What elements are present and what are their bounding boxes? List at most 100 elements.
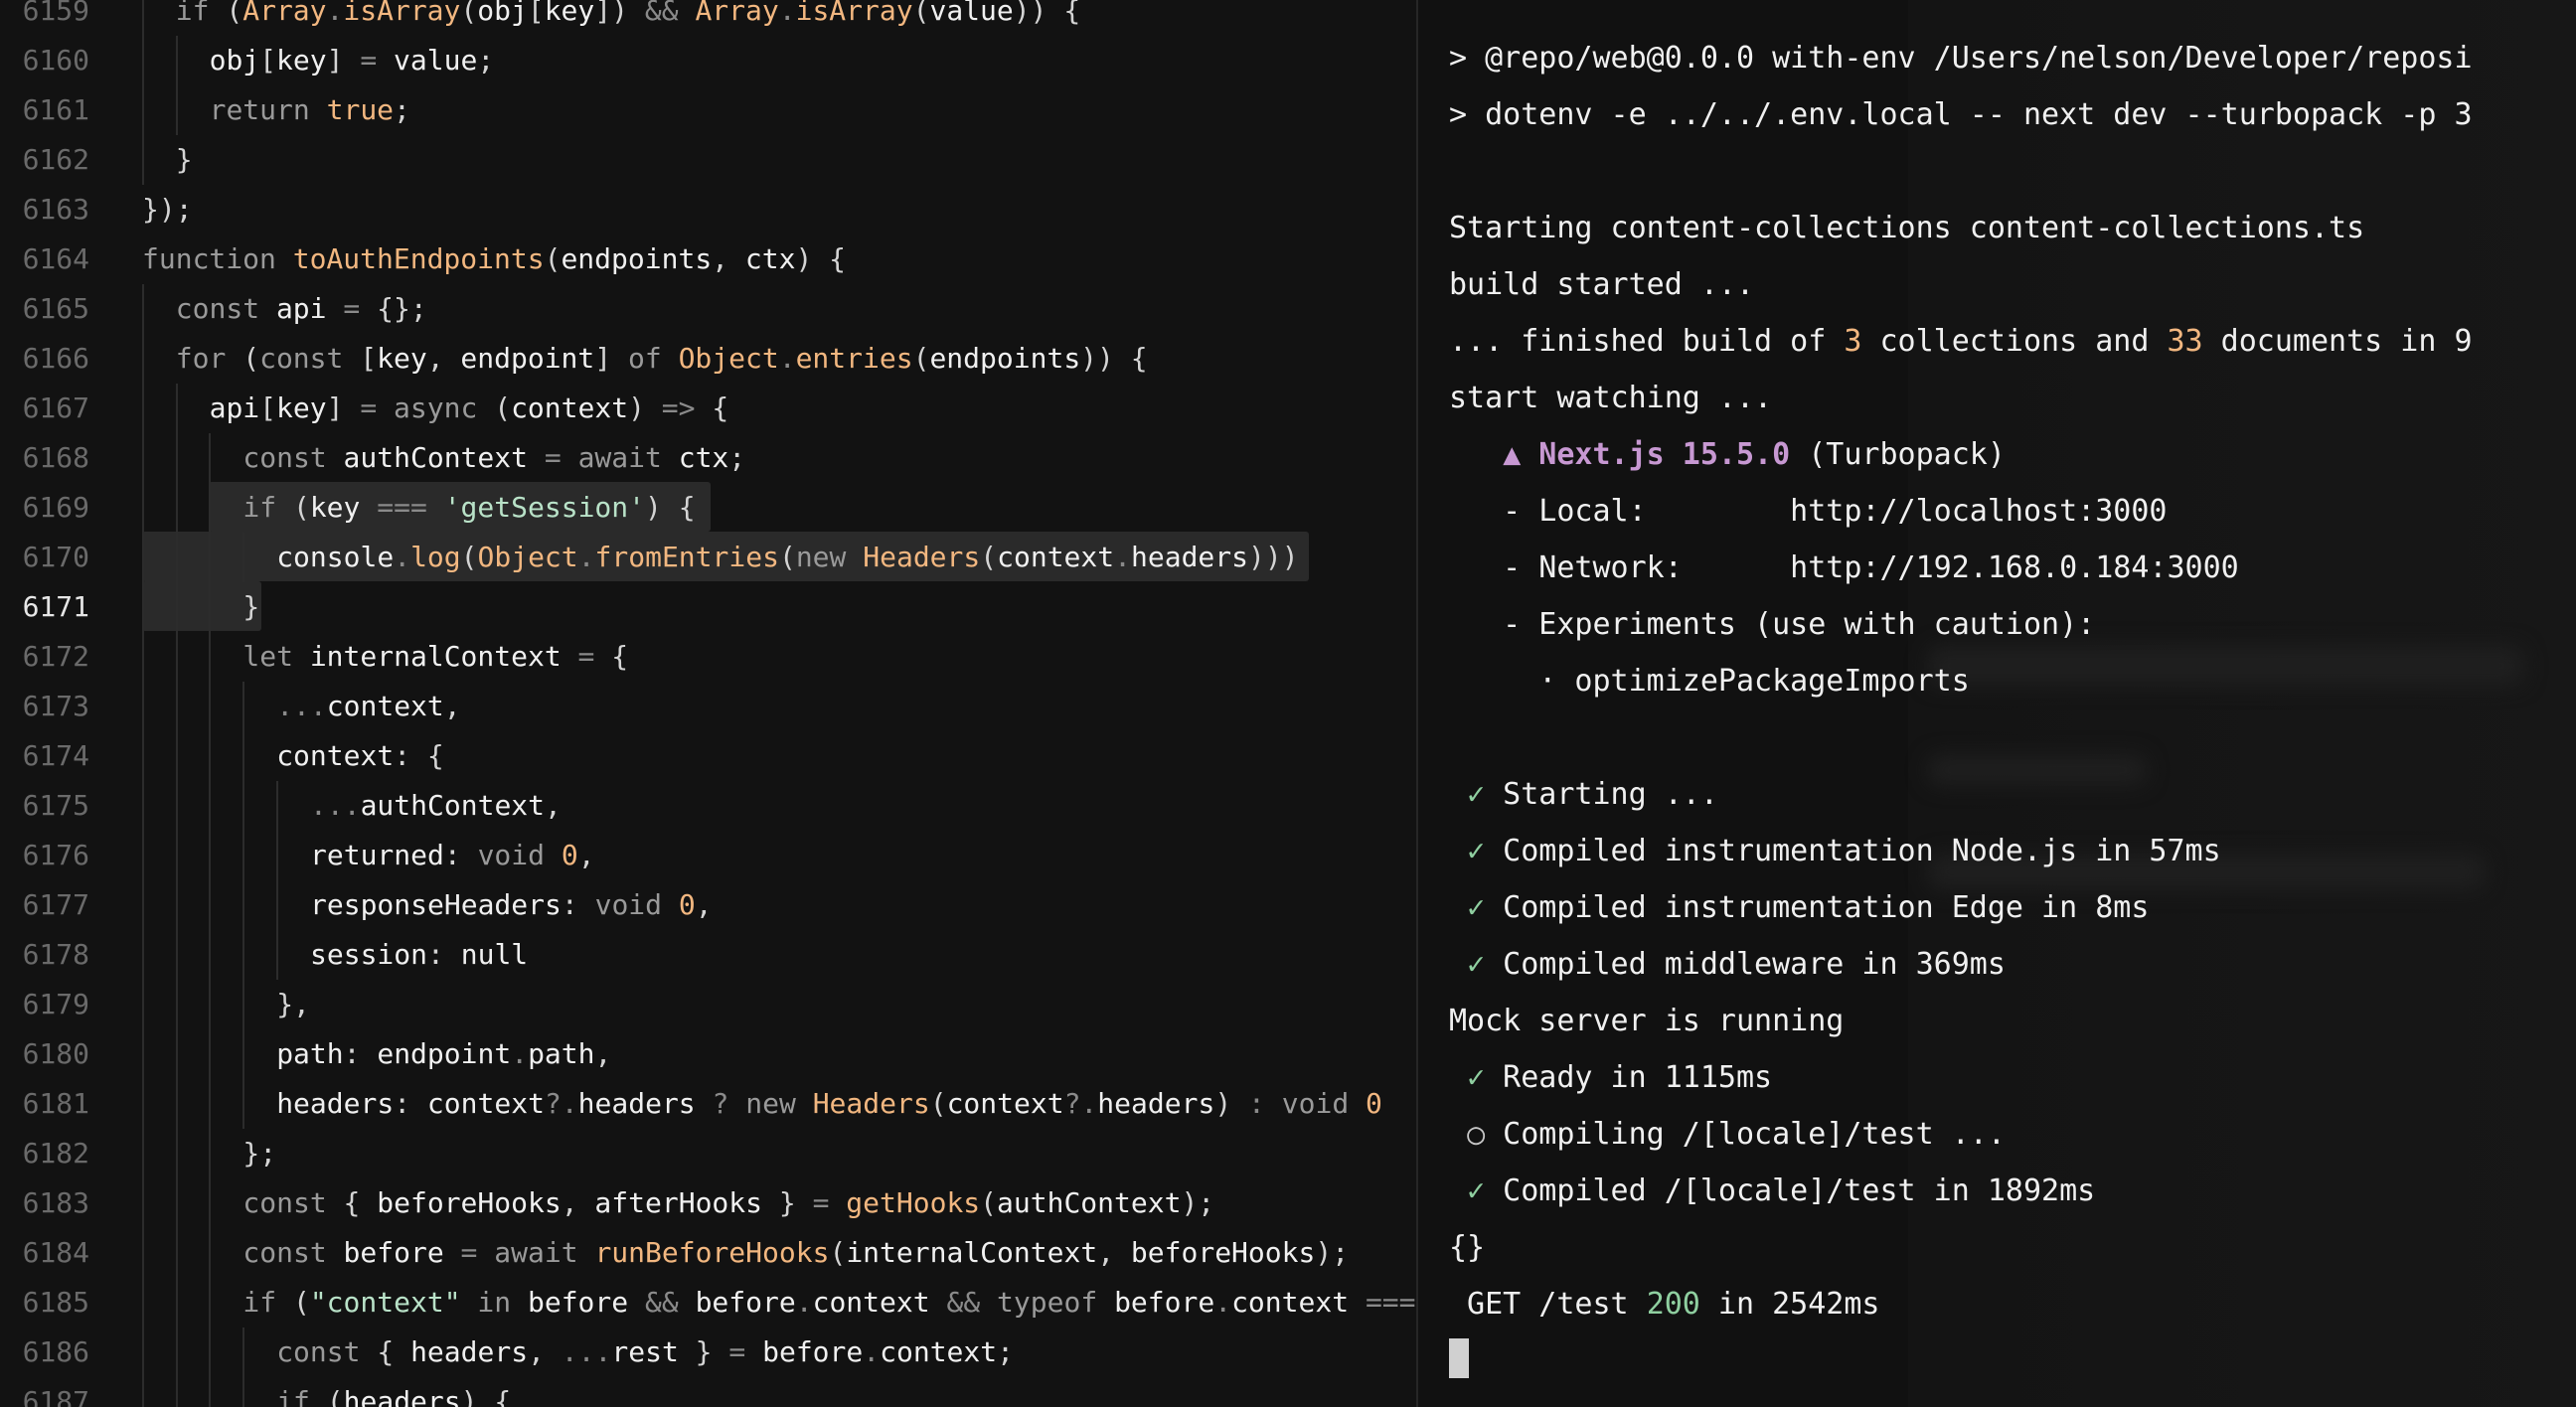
code-line[interactable]: 6167 api[key] = async (context) => { [0, 384, 1416, 433]
code-line[interactable]: 6161 return true; [0, 85, 1416, 135]
code-token: {}; [377, 292, 427, 325]
code-token: Headers [863, 541, 981, 573]
code-text: let internalContext = { [242, 632, 628, 682]
terminal-text: · optimizePackageImports [1449, 664, 1970, 699]
code-token: . [394, 541, 411, 573]
code-text: responseHeaders: void 0, [310, 880, 713, 930]
code-line[interactable]: 6172 let internalContext = { [0, 632, 1416, 682]
code-token: headers [276, 1087, 395, 1120]
code-token: , [528, 1335, 562, 1368]
code-line[interactable]: 6184 const before = await runBeforeHooks(… [0, 1228, 1416, 1278]
code-token: toAuthEndpoints [292, 242, 545, 275]
line-number: 6159 [22, 0, 89, 27]
code-line[interactable]: 6160 obj[key] = value; [0, 36, 1416, 85]
code-token: , [594, 1037, 612, 1070]
code-token: Object [678, 342, 779, 375]
indent-guide [141, 731, 144, 781]
code-token: : [394, 1087, 427, 1120]
code-token: ? [695, 1087, 746, 1120]
code-line[interactable]: 6180 path: endpoint.path, [0, 1029, 1416, 1079]
code-line[interactable]: 6163}); [0, 185, 1416, 234]
code-token: ; [997, 1335, 1014, 1368]
code-token: . [778, 342, 796, 375]
code-token: }); [142, 193, 193, 226]
code-token: ( [494, 391, 512, 424]
code-line[interactable]: 6164 function toAuthEndpoints(endpoints, … [0, 234, 1416, 284]
code-token: ( [460, 541, 478, 573]
code-line[interactable]: 6183 const { beforeHooks, afterHooks } = … [0, 1178, 1416, 1228]
terminal-text: GET /test [1449, 1287, 1647, 1322]
code-line[interactable]: 6170 console.log(Object.fromEntries(new H… [0, 533, 1416, 582]
code-line[interactable]: 6176 returned: void 0, [0, 831, 1416, 880]
indent-guide [276, 930, 278, 980]
code-line[interactable]: 6185 if ("context" in before && before.co… [0, 1278, 1416, 1328]
indent-guide [141, 135, 144, 185]
check-icon: ✓ [1467, 1060, 1486, 1095]
code-token: ( [929, 1087, 947, 1120]
code-line[interactable]: 6168 const authContext = await ctx; [0, 433, 1416, 483]
code-line[interactable]: 6179}, [0, 980, 1416, 1029]
code-token: , [443, 690, 461, 722]
line-number: 6182 [22, 1137, 89, 1170]
line-number: 6186 [22, 1335, 89, 1368]
code-token: }, [276, 988, 310, 1020]
code-token: , [561, 1186, 595, 1219]
code-text: }); [142, 185, 193, 234]
code-token: new [795, 541, 864, 573]
code-token: [ [360, 342, 378, 375]
code-token: ctx [678, 441, 729, 474]
line-number: 6177 [22, 888, 89, 921]
line-number: 6181 [22, 1087, 89, 1120]
code-text: if (headers) { [276, 1377, 511, 1407]
indent-guide [141, 384, 144, 433]
code-line[interactable]: 6187 if (headers) { [0, 1377, 1416, 1407]
code-token: headers [1097, 1087, 1215, 1120]
indent-guide [141, 0, 144, 36]
code-token: responseHeaders [310, 888, 562, 921]
indent-guide [141, 930, 144, 980]
code-token: headers [343, 1385, 461, 1407]
terminal-line: start watching ... [1449, 370, 1772, 426]
code-token: endpoints [561, 242, 713, 275]
code-line[interactable]: 6174 context: { [0, 731, 1416, 781]
code-token: context [946, 1087, 1064, 1120]
code-token: : [1248, 1087, 1282, 1120]
indent-guide [276, 880, 278, 930]
code-token: obj [477, 0, 528, 27]
terminal-line: ✓ Starting ... [1449, 766, 1718, 823]
code-line[interactable]: 6169 if (key === 'getSession') { [0, 483, 1416, 533]
code-token: ; [728, 441, 746, 474]
code-line[interactable]: 6159 if (Array.isArray(obj[key]) && Array… [0, 0, 1416, 36]
code-text: const authContext = await ctx; [242, 433, 745, 483]
code-line[interactable]: 6177 responseHeaders: void 0, [0, 880, 1416, 930]
indent-guide [175, 1228, 178, 1278]
code-token: = [812, 1186, 847, 1219]
code-line[interactable]: 6162} [0, 135, 1416, 185]
code-token: && [929, 1286, 998, 1319]
code-line[interactable]: 6165 const api = {}; [0, 284, 1416, 334]
code-token: , [577, 839, 595, 871]
code-editor-pane[interactable]: 6159 if (Array.isArray(obj[key]) && Array… [0, 0, 1416, 1407]
code-line[interactable]: 6173 ...context, [0, 682, 1416, 731]
code-token: ctx [744, 242, 796, 275]
code-token: true [326, 93, 395, 126]
code-line[interactable]: 6182}; [0, 1129, 1416, 1178]
terminal-line: build started ... [1449, 256, 1754, 313]
code-token: = [443, 1236, 495, 1269]
code-line[interactable]: 6166 for (const [key, endpoint] of Object… [0, 334, 1416, 384]
code-token: value [929, 0, 1014, 27]
line-number: 6173 [22, 690, 89, 722]
code-line[interactable]: 6186 const { headers, ...rest } = before.… [0, 1328, 1416, 1377]
indent-guide [175, 1029, 178, 1079]
line-number: 6168 [22, 441, 89, 474]
line-number: 6178 [22, 938, 89, 971]
code-token: } [762, 1186, 813, 1219]
terminal-text: in 2542ms [1699, 1287, 1880, 1322]
code-token: context [511, 391, 629, 424]
code-line[interactable]: 6181 headers: context?.headers ? new Head… [0, 1079, 1416, 1129]
code-token: key [544, 0, 595, 27]
code-line[interactable]: 6178 session: null [0, 930, 1416, 980]
code-line[interactable]: 6175 ...authContext, [0, 781, 1416, 831]
code-line[interactable]: 6171} [0, 582, 1416, 632]
indent-guide [209, 1228, 212, 1278]
